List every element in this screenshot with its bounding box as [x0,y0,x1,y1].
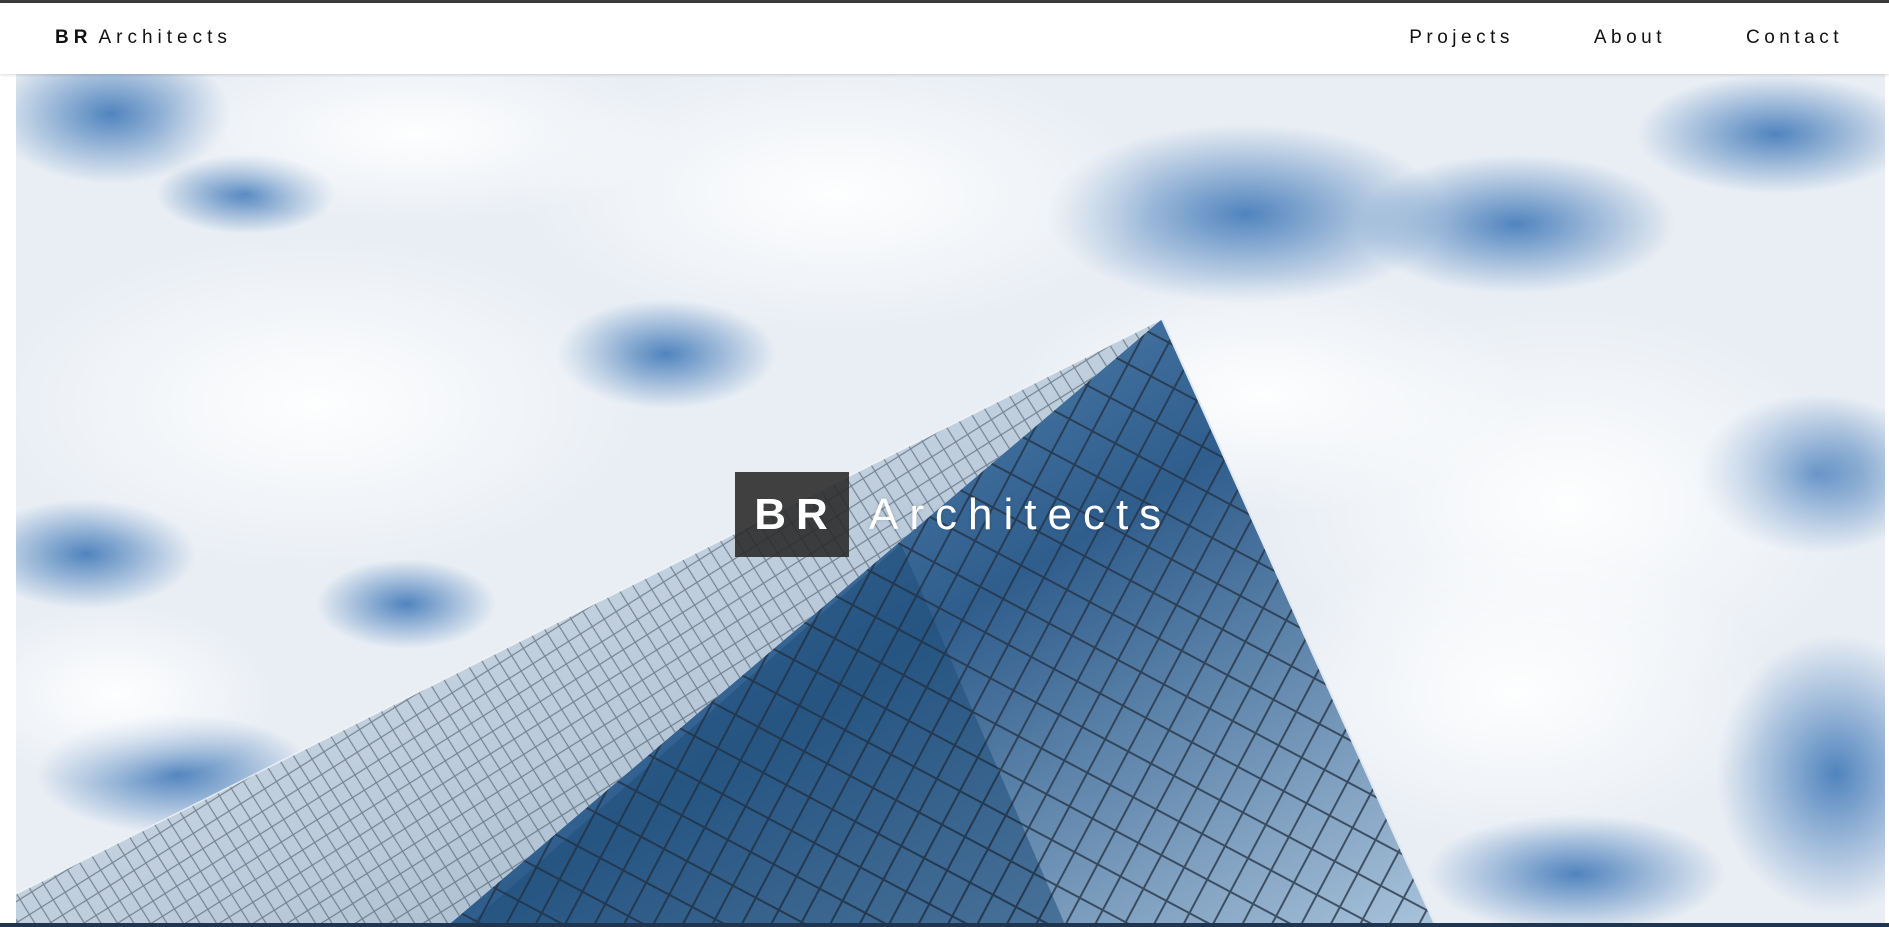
nav-about[interactable]: About [1594,27,1666,49]
brand-rest: Architects [98,27,232,48]
nav-projects[interactable]: Projects [1409,27,1514,49]
bottom-strip [0,923,1889,927]
hero-title: BR Architects [735,472,1172,557]
main-nav: Projects About Contact [1329,27,1843,49]
nav-contact[interactable]: Contact [1746,27,1843,49]
brand-bold: BR [55,27,93,48]
brand-logo[interactable]: BR Architects [55,27,232,49]
hero-section: BR Architects [16,74,1885,927]
hero-title-box: BR [735,472,849,557]
hero-title-text: Architects [869,489,1173,539]
navbar: BR Architects Projects About Contact [0,3,1889,74]
